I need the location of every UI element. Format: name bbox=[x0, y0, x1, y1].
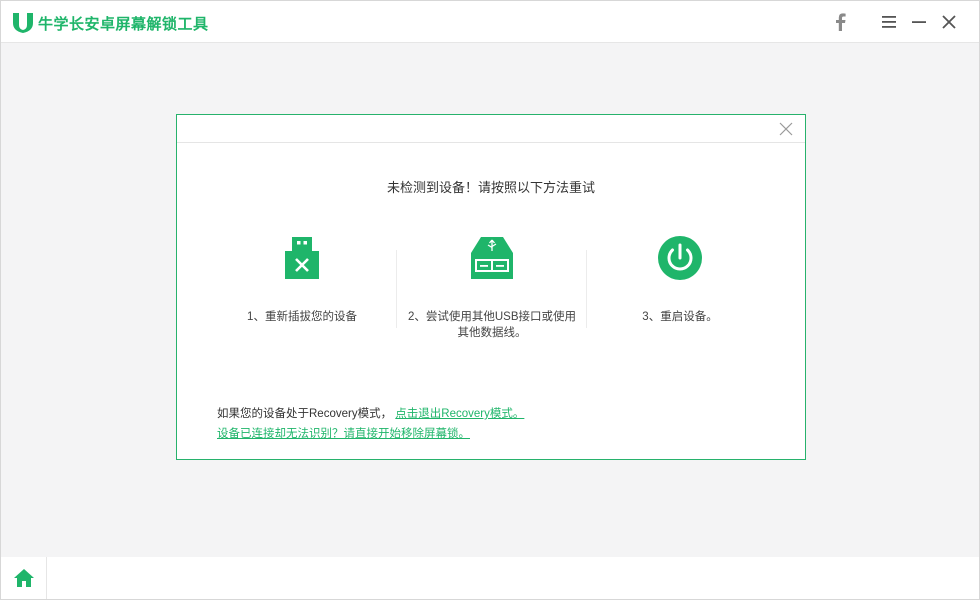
dialog-close-icon[interactable] bbox=[779, 122, 793, 136]
bottom-bar bbox=[1, 557, 979, 599]
step-1-label: 1、重新插拔您的设备 bbox=[247, 311, 357, 323]
recovery-notice: 如果您的设备处于Recovery模式， 点击退出Recovery模式。 bbox=[217, 405, 524, 421]
title-bar: 牛学长安卓屏幕解锁工具 bbox=[1, 1, 979, 43]
step-restart: 3、重启设备。 bbox=[585, 235, 775, 325]
facebook-icon[interactable] bbox=[829, 11, 851, 33]
usb-unplug-icon bbox=[285, 237, 319, 279]
power-icon bbox=[658, 236, 702, 280]
start-removal-link[interactable]: 设备已连接却无法识别？请直接开始移除屏幕锁。 bbox=[217, 428, 470, 440]
step-replug: 1、重新插拔您的设备 bbox=[207, 235, 397, 325]
exit-recovery-link[interactable]: 点击退出Recovery模式。 bbox=[395, 408, 524, 420]
dialog-header bbox=[177, 115, 805, 143]
dialog-heading: 未检测到设备！请按照以下方法重试 bbox=[386, 180, 595, 195]
no-device-dialog: 未检测到设备！请按照以下方法重试 1、重新插拔您的设备 2、尝试使用其他USB接… bbox=[176, 114, 806, 460]
home-icon bbox=[13, 569, 34, 587]
close-icon[interactable] bbox=[938, 11, 960, 33]
app-title: 牛学长安卓屏幕解锁工具 bbox=[38, 16, 209, 33]
recovery-prefix: 如果您的设备处于Recovery模式， bbox=[217, 408, 393, 420]
step-usb-port: 2、尝试使用其他USB接口或使用其他数据线。 bbox=[397, 235, 587, 341]
menu-icon[interactable] bbox=[878, 11, 900, 33]
step-2-label: 2、尝试使用其他USB接口或使用其他数据线。 bbox=[407, 311, 577, 339]
usb-port-icon bbox=[471, 237, 513, 279]
minimize-icon[interactable] bbox=[908, 11, 930, 33]
step-3-label: 3、重启设备。 bbox=[642, 311, 718, 323]
main-content: 未检测到设备！请按照以下方法重试 1、重新插拔您的设备 2、尝试使用其他USB接… bbox=[1, 44, 979, 557]
app-logo-icon bbox=[13, 13, 33, 33]
app-window: 牛学长安卓屏幕解锁工具 未检测到设备！请按照以下方法重试 1、重新插拔您的设备 … bbox=[0, 0, 980, 600]
unrecognized-notice: 设备已连接却无法识别？请直接开始移除屏幕锁。 bbox=[217, 425, 470, 441]
home-button[interactable] bbox=[1, 557, 47, 599]
